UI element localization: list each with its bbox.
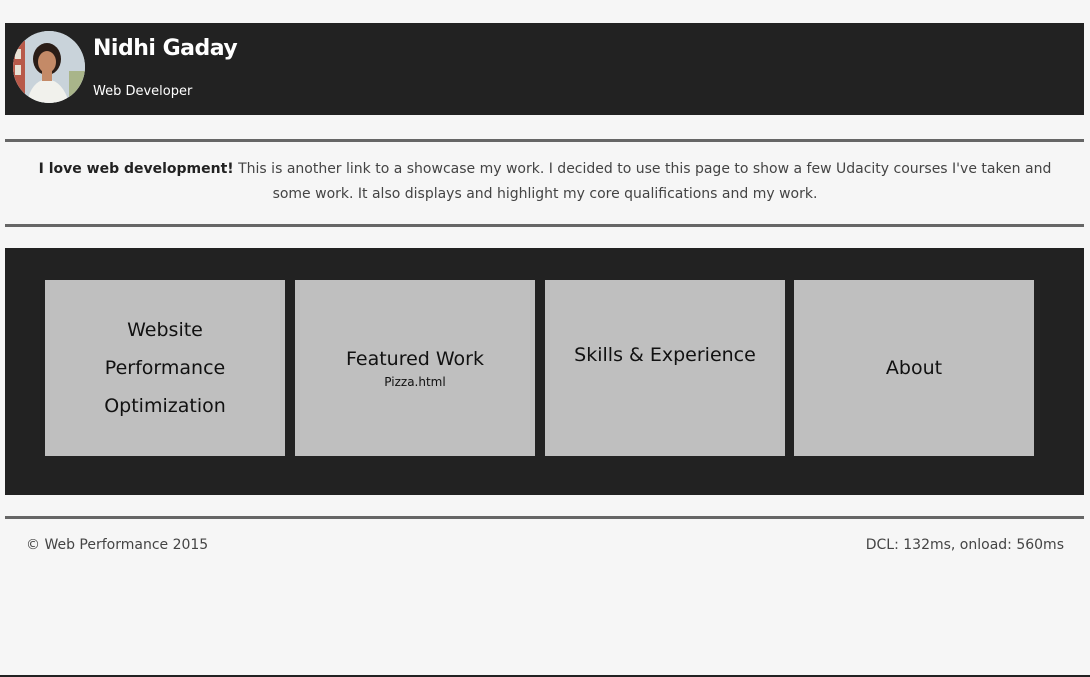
divider-middle xyxy=(5,224,1084,227)
divider-bottom xyxy=(5,516,1084,519)
tile-title-line: Website xyxy=(127,319,203,341)
intro-body: This is another link to a showcase my wo… xyxy=(233,161,1052,202)
tile-title-line: Optimization xyxy=(104,395,226,417)
tile-skills-experience[interactable]: Skills & Experience xyxy=(545,280,785,456)
page: Nidhi Gaday Web Developer I love web dev… xyxy=(0,0,1090,677)
site-owner-name: Nidhi Gaday xyxy=(93,36,238,61)
site-owner-role: Web Developer xyxy=(93,84,193,99)
tile-title: Featured Work xyxy=(345,348,484,370)
tile-title-line: Performance xyxy=(104,357,226,379)
intro-lead: I love web development! xyxy=(38,161,234,177)
tile-title: About xyxy=(885,357,943,379)
footer-copyright: © Web Performance 2015 xyxy=(26,537,209,553)
header-bar: Nidhi Gaday Web Developer xyxy=(5,23,1084,115)
tile-subtitle: Pizza.html xyxy=(384,375,446,389)
footer-timing: DCL: 132ms, onload: 560ms xyxy=(865,537,1064,553)
divider-top xyxy=(5,139,1084,142)
profile-photo-icon xyxy=(13,31,85,103)
tile-title: Skills & Experience xyxy=(574,344,756,366)
tile-website-performance-optimization[interactable]: Website Performance Optimization xyxy=(45,280,285,456)
intro-paragraph: I love web development! This is another … xyxy=(20,157,1070,207)
avatar xyxy=(13,31,85,103)
projects-grid: Website Performance Optimization Feature… xyxy=(5,248,1084,495)
tile-featured-work[interactable]: Featured Work Pizza.html xyxy=(295,280,535,456)
tile-about[interactable]: About xyxy=(794,280,1034,456)
